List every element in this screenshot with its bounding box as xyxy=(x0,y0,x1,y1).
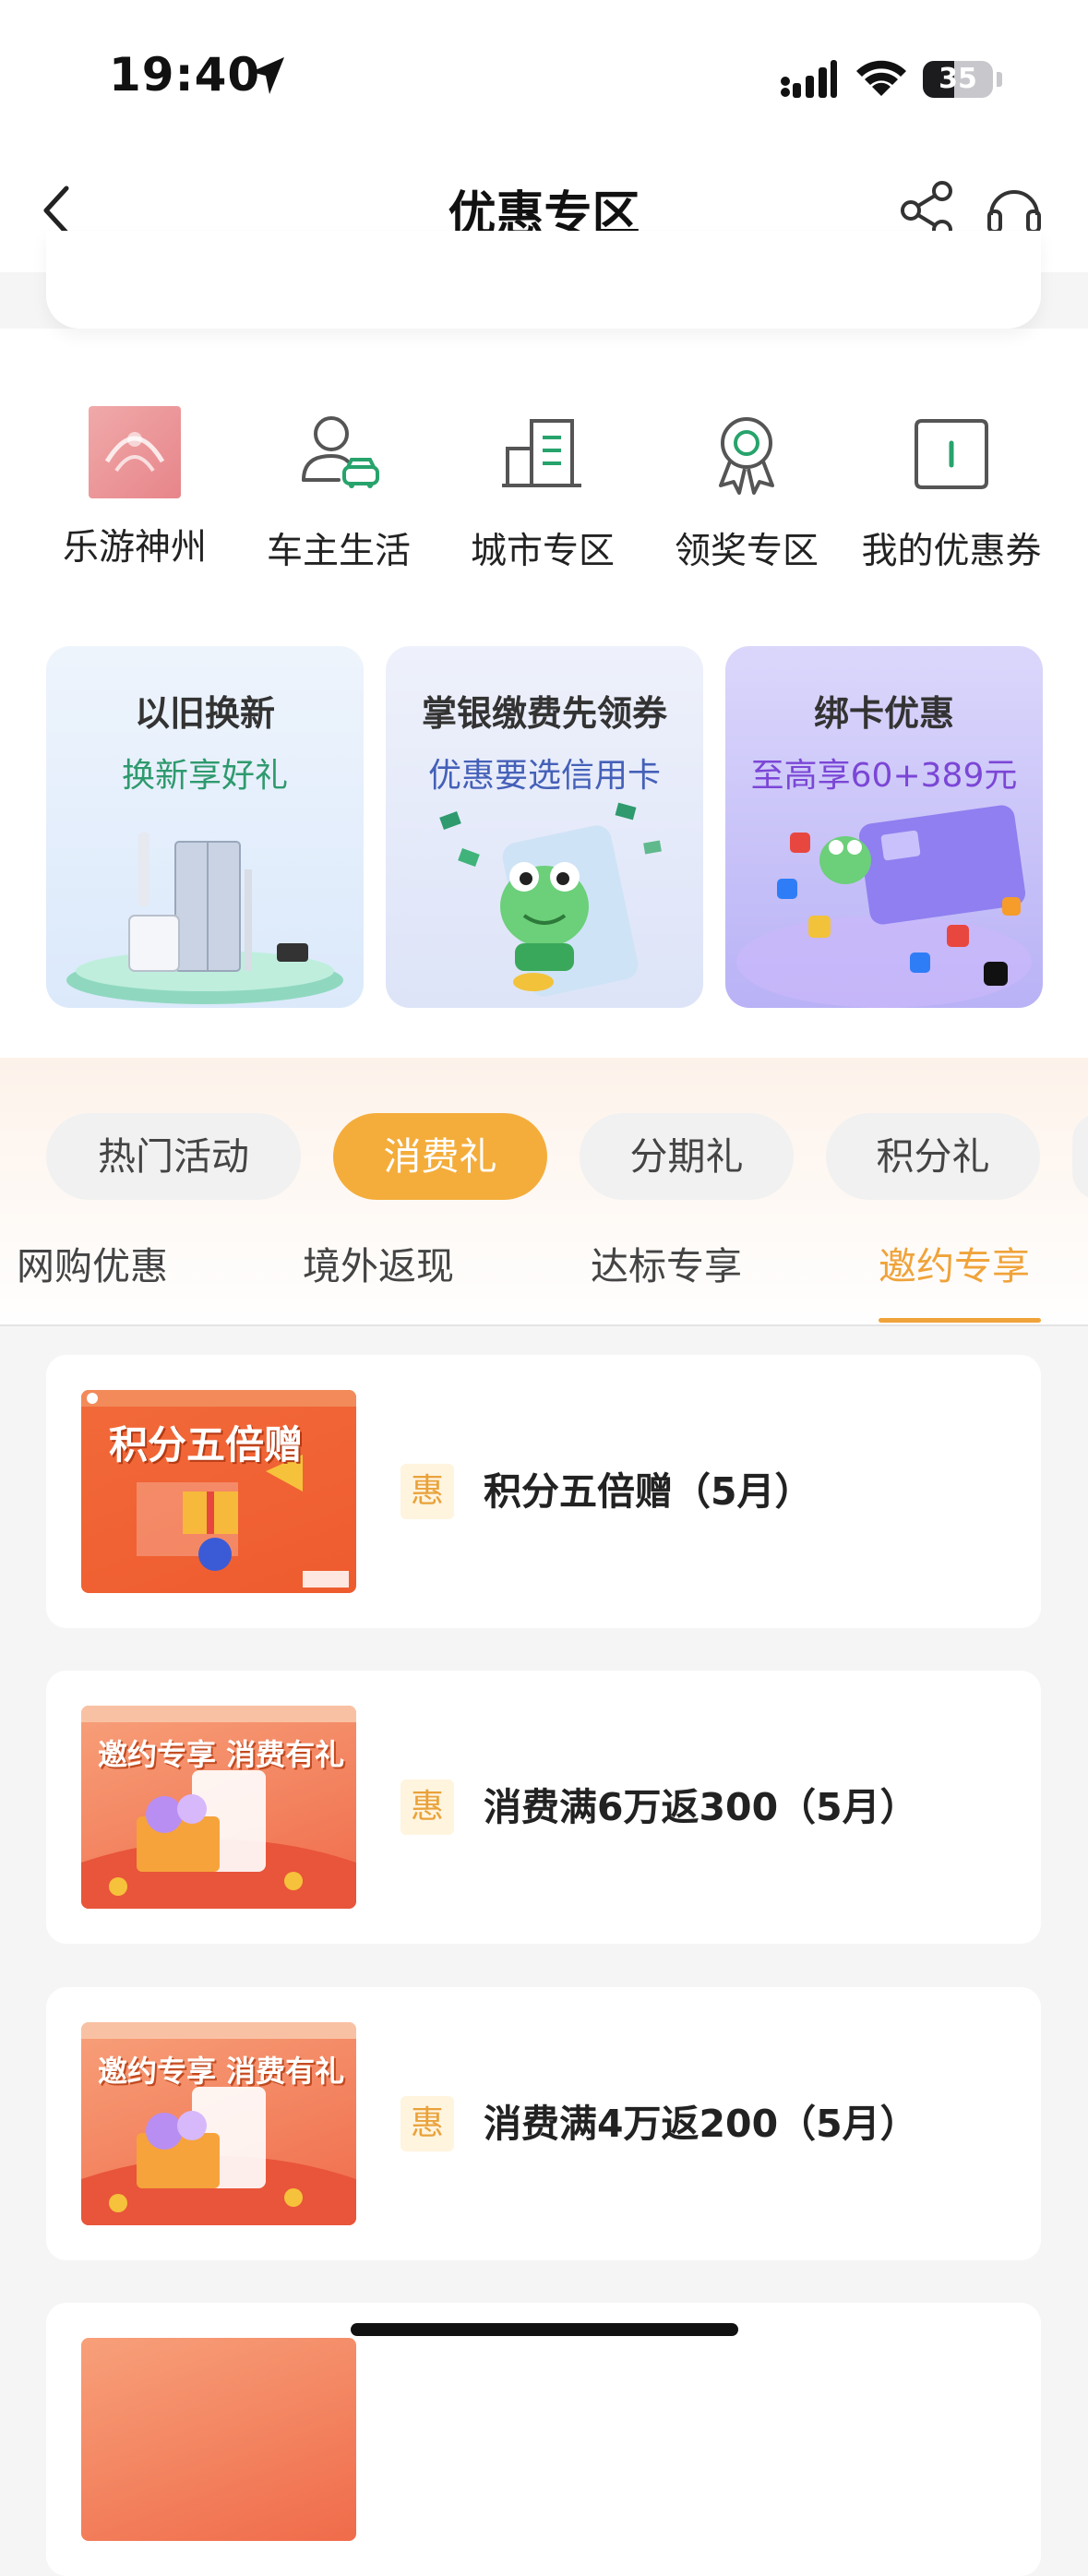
car-owner-icon xyxy=(302,416,379,488)
quick-item-label: 城市专区 xyxy=(470,531,615,572)
award-badge-icon xyxy=(719,417,774,495)
quick-item-travel[interactable]: 乐游神州 xyxy=(42,406,227,570)
quick-item-label: 车主生活 xyxy=(266,531,411,572)
offer-thumbnail: 邀约专享 消费有礼 xyxy=(81,1706,356,1909)
offer-thumbnail-text: 邀约专享 消费有礼 xyxy=(98,2054,345,2089)
discount-badge: 惠 xyxy=(401,1464,454,1519)
tab-invitation-exclusive[interactable]: 邀约专享 xyxy=(879,1235,1030,1290)
discount-badge: 惠 xyxy=(401,2096,454,2151)
pill-installment-gift[interactable]: 分期礼 xyxy=(580,1113,794,1200)
quick-item-label: 我的优惠券 xyxy=(861,531,1042,572)
battery-cap xyxy=(997,72,1002,87)
pill-points-gift[interactable]: 积分礼 xyxy=(826,1113,1040,1200)
offer-thumbnail-text: 积分五倍赠 xyxy=(109,1422,304,1468)
banner-title: 掌银缴费先领券 xyxy=(421,693,667,734)
wifi-icon xyxy=(856,60,906,96)
appliances-illustration xyxy=(66,833,343,1004)
quick-item-car-owner[interactable]: 车主生活 xyxy=(246,406,431,574)
offer-title: 消费满6万返300（5月） xyxy=(484,1785,918,1829)
quick-item-label: 乐游神州 xyxy=(62,527,207,569)
quick-item-label: 领奖专区 xyxy=(674,531,819,572)
location-arrow-icon xyxy=(251,57,284,94)
status-time: 19:40 xyxy=(109,48,261,102)
top-card xyxy=(46,231,1041,329)
offer-thumbnail: 邀约专享 消费有礼 xyxy=(81,2022,356,2225)
tab-online-shopping[interactable]: 网购优惠 xyxy=(17,1235,168,1290)
battery-percent: 35 xyxy=(939,63,977,95)
banner-title: 以旧换新 xyxy=(134,693,275,734)
discount-badge: 惠 xyxy=(401,1779,454,1835)
banner-title: 绑卡优惠 xyxy=(813,693,954,734)
city-building-icon xyxy=(502,419,581,487)
credit-card-illustration xyxy=(736,805,1032,1008)
offer-title: 消费满4万返200（5月） xyxy=(484,2102,918,2146)
offer-thumbnail: 积分五倍赠 xyxy=(81,1390,356,1593)
quick-item-city[interactable]: 城市专区 xyxy=(450,406,635,574)
offer-card-partial[interactable] xyxy=(46,2303,1041,2576)
battery-indicator: 35 xyxy=(923,61,993,98)
coupon-icon xyxy=(915,419,988,489)
quick-item-coupons[interactable]: 我的优惠券 xyxy=(849,406,1054,574)
tab-overseas-cashback[interactable]: 境外返现 xyxy=(303,1235,454,1290)
quick-item-award[interactable]: 领奖专区 xyxy=(654,406,839,574)
banner-card-binding[interactable]: 绑卡优惠 至高享60+389元 xyxy=(725,646,1043,1008)
banner-payment-coupon[interactable]: 掌银缴费先领券 优惠要选信用卡 xyxy=(386,646,703,1008)
offer-card[interactable]: 积分五倍赠 惠 积分五倍赠（5月） xyxy=(46,1355,1041,1628)
offer-thumbnail-text: 邀约专享 消费有礼 xyxy=(98,1737,345,1772)
offer-card[interactable]: 邀约专享 消费有礼 惠 消费满6万返300（5月） xyxy=(46,1671,1041,1944)
tab-target-exclusive[interactable]: 达标专享 xyxy=(591,1235,742,1290)
banner-trade-in[interactable]: 以旧换新 换新享好礼 xyxy=(46,646,364,1008)
travel-logo-icon xyxy=(89,406,181,498)
home-indicator xyxy=(351,2323,738,2336)
offer-thumbnail xyxy=(81,2338,356,2541)
cellular-signal-icon xyxy=(781,60,837,98)
pill-hot-activities[interactable]: 热门活动 xyxy=(46,1113,301,1200)
offer-title: 积分五倍赠（5月） xyxy=(484,1469,813,1514)
offer-card[interactable]: 邀约专享 消费有礼 惠 消费满4万返200（5月） xyxy=(46,1987,1041,2260)
pill-consumption-gift[interactable]: 消费礼 xyxy=(333,1113,547,1200)
frog-mascot-illustration xyxy=(439,802,662,997)
active-tab-indicator xyxy=(879,1318,1041,1323)
